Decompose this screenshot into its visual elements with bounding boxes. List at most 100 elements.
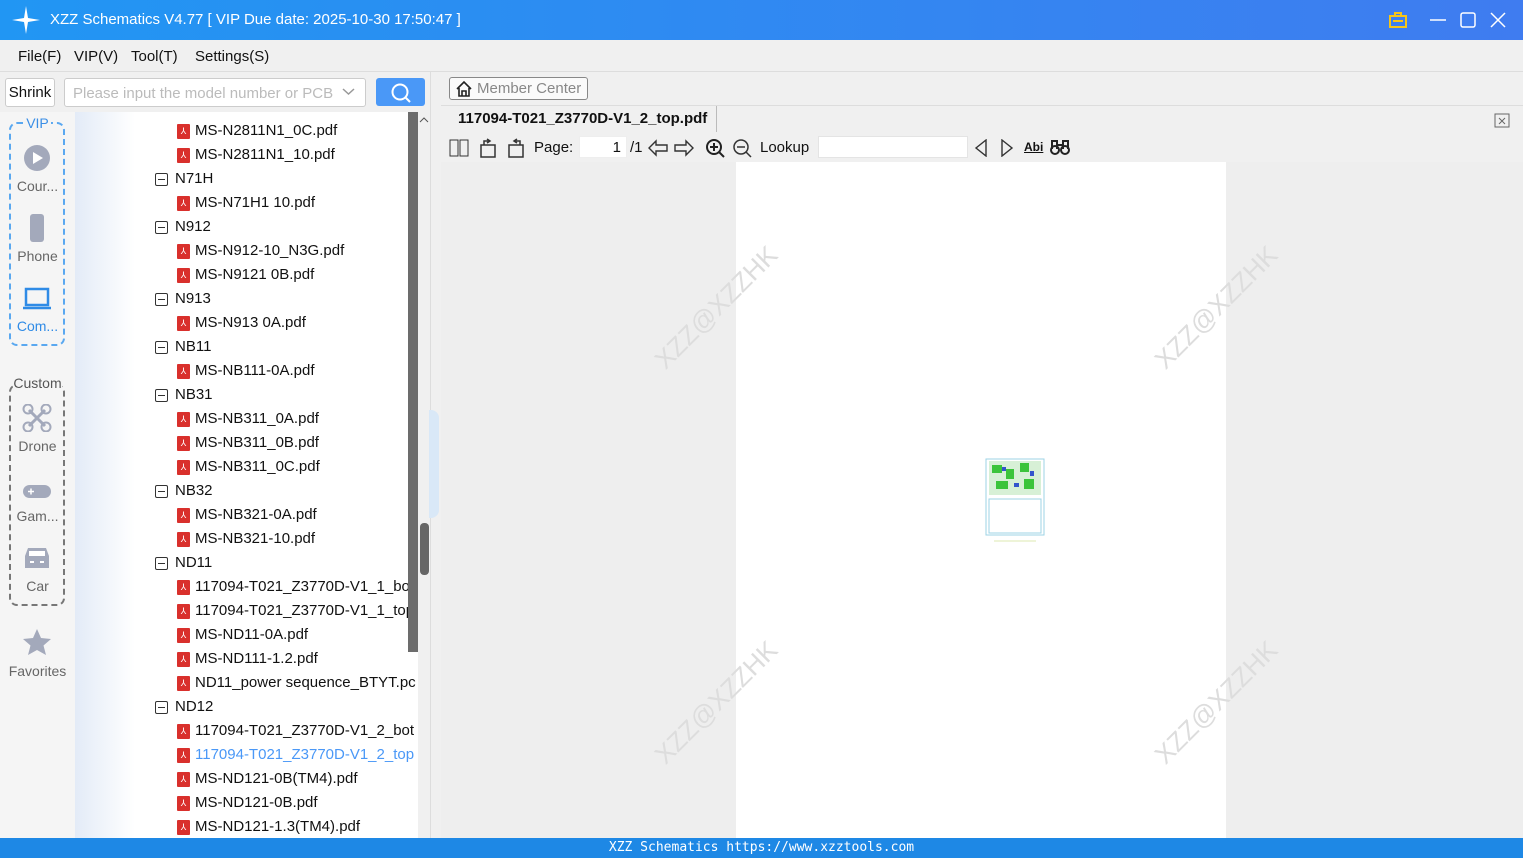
watermark: XZZ@XZZHK — [648, 634, 784, 770]
chevron-down-icon[interactable] — [342, 88, 355, 96]
vip-group-label: VIP — [24, 115, 51, 131]
tab-document[interactable]: 117094-T021_Z3770D-V1_2_top.pdf — [449, 106, 718, 132]
menu-settings[interactable]: Settings(S) — [195, 48, 269, 65]
prev-page-icon[interactable] — [648, 139, 668, 157]
page-label: Page: — [534, 139, 574, 156]
collapse-icon[interactable] — [155, 173, 168, 186]
gamepad-icon — [23, 485, 51, 498]
pcb-thumbnail — [985, 458, 1045, 542]
tree-file[interactable]: ⅄ MS-N9121 0B.pdf — [75, 263, 418, 287]
tree-file[interactable]: ⅄ 117094-T021_Z3770D-V1_2_top — [75, 743, 418, 767]
tree-group[interactable]: N71H — [75, 167, 418, 191]
pdf-file-icon: ⅄ — [177, 748, 190, 763]
menu-file[interactable]: File(F) — [18, 48, 61, 65]
tree-file[interactable]: ⅄ MS-NB111-0A.pdf — [75, 359, 418, 383]
page-input[interactable]: 1 — [579, 136, 627, 158]
tree-item-label: ND12 — [175, 698, 214, 715]
tree-file[interactable]: ⅄ MS-ND11-0A.pdf — [75, 623, 418, 647]
tree-item-label: N912 — [175, 218, 211, 235]
find-prev-icon[interactable] — [974, 139, 988, 157]
category-sidebar: VIP Cour... Phone Com... Custom Drone Ga… — [0, 112, 75, 838]
collapse-icon[interactable] — [155, 557, 168, 570]
pdf-viewer[interactable]: XZZ@XZZHK XZZ@XZZHK XZZ@XZZHK XZZ@XZZHK — [441, 162, 1523, 838]
tree-file[interactable]: ⅄ MS-NB321-10.pdf — [75, 527, 418, 551]
tree-item-label: 117094-T021_Z3770D-V1_1_bot — [195, 578, 415, 595]
star-icon — [23, 629, 51, 655]
tree-file[interactable]: ⅄ MS-NB321-0A.pdf — [75, 503, 418, 527]
tree-file[interactable]: ⅄ 117094-T021_Z3770D-V1_1_top — [75, 599, 418, 623]
lookup-input[interactable] — [818, 136, 968, 158]
shrink-button[interactable]: Shrink — [5, 78, 55, 107]
tree-group[interactable]: NB11 — [75, 335, 418, 359]
tree-file[interactable]: ⅄ MS-N2811N1_10.pdf — [75, 143, 418, 167]
tree-file[interactable]: ⅄ MS-ND111-1.2.pdf — [75, 647, 418, 671]
zoom-out-icon[interactable] — [732, 138, 752, 158]
tree-group[interactable]: ND11 — [75, 551, 418, 575]
nav-car[interactable]: Car — [0, 578, 75, 594]
tree-file[interactable]: ⅄ MS-N912-10_N3G.pdf — [75, 239, 418, 263]
menu-vip[interactable]: VIP(V) — [74, 48, 118, 65]
tree-file[interactable]: ⅄ MS-ND121-0B(TM4).pdf — [75, 767, 418, 791]
pdf-file-icon: ⅄ — [177, 316, 190, 331]
maximize-icon[interactable] — [1460, 12, 1476, 28]
menu-tool[interactable]: Tool(T) — [131, 48, 178, 65]
match-case-button[interactable]: Abi — [1024, 140, 1043, 154]
find-next-icon[interactable] — [1000, 139, 1014, 157]
tree-item-label: MS-ND121-0B(TM4).pdf — [195, 770, 358, 787]
rotate-left-icon[interactable] — [479, 138, 499, 158]
close-icon[interactable] — [1490, 12, 1506, 28]
tree-item-label: 117094-T021_Z3770D-V1_2_top — [195, 746, 415, 763]
collapse-icon[interactable] — [155, 341, 168, 354]
vip-bag-icon[interactable] — [1389, 12, 1407, 28]
nav-phone[interactable]: Phone — [0, 248, 75, 264]
tree-file[interactable]: ⅄ MS-ND121-1.3(TM4).pdf — [75, 815, 418, 838]
collapse-icon[interactable] — [155, 221, 168, 234]
pdf-file-icon: ⅄ — [177, 796, 190, 811]
binoculars-icon[interactable] — [1050, 138, 1070, 156]
watermark: XZZ@XZZHK — [1148, 634, 1284, 770]
tree-scrollbar[interactable] — [408, 112, 418, 652]
nav-computer[interactable]: Com... — [0, 318, 75, 334]
member-center-label: Member Center — [477, 80, 582, 97]
tree-file[interactable]: ⅄ MS-N71H1 10.pdf — [75, 191, 418, 215]
file-tree: ⅄ MS-N2811N1_0C.pdf ⅄ MS-N2811N1_10.pdf N71H… — [75, 112, 418, 838]
tree-file[interactable]: ⅄ ND11_power sequence_BTYT.pc — [75, 671, 418, 695]
tree-file[interactable]: ⅄ 117094-T021_Z3770D-V1_1_bot — [75, 575, 418, 599]
member-center-button[interactable]: Member Center — [449, 77, 588, 100]
nav-courses[interactable]: Cour... — [0, 178, 75, 194]
next-page-icon[interactable] — [674, 139, 694, 157]
tree-item-label: MS-N913 0A.pdf — [195, 314, 306, 331]
tree-group[interactable]: NB31 — [75, 383, 418, 407]
tree-group[interactable]: N913 — [75, 287, 418, 311]
tree-group[interactable]: N912 — [75, 215, 418, 239]
pdf-file-icon: ⅄ — [177, 724, 190, 739]
panel-splitter[interactable] — [429, 72, 441, 838]
tree-file[interactable]: ⅄ MS-NB311_0A.pdf — [75, 407, 418, 431]
nav-drone[interactable]: Drone — [0, 438, 75, 454]
scroll-up-icon[interactable] — [419, 116, 429, 124]
tree-file[interactable]: ⅄ MS-N2811N1_0C.pdf — [75, 119, 418, 143]
zoom-in-icon[interactable] — [705, 138, 725, 158]
search-button[interactable] — [376, 78, 425, 106]
tree-group[interactable]: NB32 — [75, 479, 418, 503]
collapse-icon[interactable] — [155, 701, 168, 714]
minimize-icon[interactable] — [1430, 12, 1446, 28]
tree-group[interactable]: ND12 — [75, 695, 418, 719]
rotate-right-icon[interactable] — [505, 138, 525, 158]
collapse-icon[interactable] — [155, 293, 168, 306]
tree-item-label: MS-N71H1 10.pdf — [195, 194, 316, 211]
search-input[interactable]: Please input the model number or PCB — [64, 78, 366, 107]
nav-favorites[interactable]: Favorites — [0, 663, 75, 679]
collapse-icon[interactable] — [155, 389, 168, 402]
close-tab-icon[interactable] — [1494, 111, 1512, 128]
tree-file[interactable]: ⅄ MS-ND121-0B.pdf — [75, 791, 418, 815]
collapse-handle[interactable] — [429, 410, 439, 518]
tree-file[interactable]: ⅄ MS-NB311_0B.pdf — [75, 431, 418, 455]
scroll-thumb[interactable] — [420, 523, 429, 575]
tree-file[interactable]: ⅄ 117094-T021_Z3770D-V1_2_bot — [75, 719, 418, 743]
collapse-icon[interactable] — [155, 485, 168, 498]
tree-file[interactable]: ⅄ MS-NB311_0C.pdf — [75, 455, 418, 479]
two-page-icon[interactable] — [449, 139, 469, 157]
tree-file[interactable]: ⅄ MS-N913 0A.pdf — [75, 311, 418, 335]
nav-game[interactable]: Gam... — [0, 508, 75, 524]
